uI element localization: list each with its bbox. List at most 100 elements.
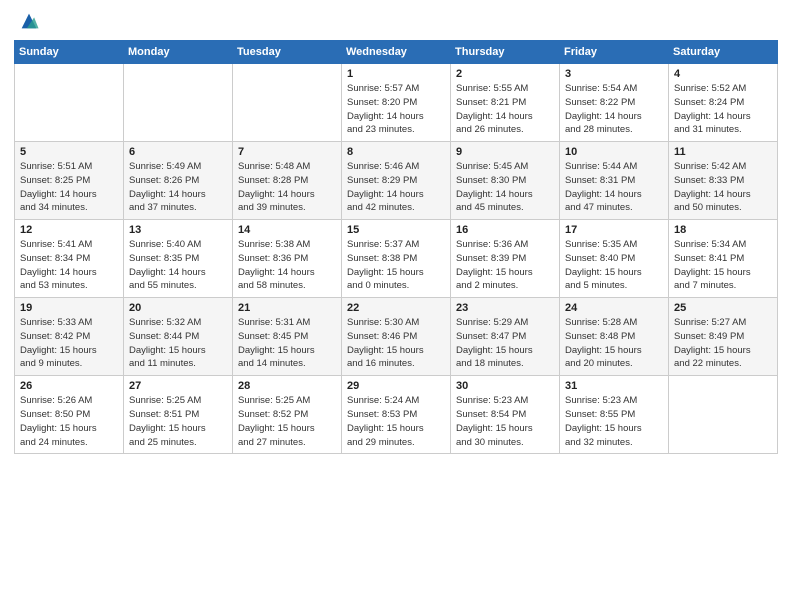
day-number: 22 bbox=[347, 302, 445, 314]
day-cell: 22 Sunrise: 5:30 AM Sunset: 8:46 PM Dayli… bbox=[342, 298, 451, 376]
day-number: 18 bbox=[674, 224, 772, 236]
day-info: Sunrise: 5:31 AM Sunset: 8:45 PM Dayligh… bbox=[238, 316, 336, 371]
day-cell bbox=[15, 64, 124, 142]
week-row-3: 19 Sunrise: 5:33 AM Sunset: 8:42 PM Dayli… bbox=[15, 298, 778, 376]
header-cell-thursday: Thursday bbox=[451, 41, 560, 64]
day-info: Sunrise: 5:52 AM Sunset: 8:24 PM Dayligh… bbox=[674, 82, 772, 137]
day-cell: 28 Sunrise: 5:25 AM Sunset: 8:52 PM Dayli… bbox=[233, 376, 342, 454]
day-cell: 8 Sunrise: 5:46 AM Sunset: 8:29 PM Daylig… bbox=[342, 142, 451, 220]
day-cell: 16 Sunrise: 5:36 AM Sunset: 8:39 PM Dayli… bbox=[451, 220, 560, 298]
day-info: Sunrise: 5:33 AM Sunset: 8:42 PM Dayligh… bbox=[20, 316, 118, 371]
day-number: 8 bbox=[347, 146, 445, 158]
day-cell: 21 Sunrise: 5:31 AM Sunset: 8:45 PM Dayli… bbox=[233, 298, 342, 376]
day-info: Sunrise: 5:27 AM Sunset: 8:49 PM Dayligh… bbox=[674, 316, 772, 371]
header-row: SundayMondayTuesdayWednesdayThursdayFrid… bbox=[15, 41, 778, 64]
day-info: Sunrise: 5:25 AM Sunset: 8:51 PM Dayligh… bbox=[129, 394, 227, 449]
day-info: Sunrise: 5:24 AM Sunset: 8:53 PM Dayligh… bbox=[347, 394, 445, 449]
page: SundayMondayTuesdayWednesdayThursdayFrid… bbox=[0, 0, 792, 612]
day-number: 12 bbox=[20, 224, 118, 236]
day-number: 17 bbox=[565, 224, 663, 236]
day-info: Sunrise: 5:55 AM Sunset: 8:21 PM Dayligh… bbox=[456, 82, 554, 137]
day-number: 25 bbox=[674, 302, 772, 314]
day-info: Sunrise: 5:57 AM Sunset: 8:20 PM Dayligh… bbox=[347, 82, 445, 137]
day-cell: 11Sunrise: 5:42 AM Sunset: 8:33 PM Dayli… bbox=[669, 142, 778, 220]
day-number: 21 bbox=[238, 302, 336, 314]
week-row-0: 1 Sunrise: 5:57 AM Sunset: 8:20 PM Daylig… bbox=[15, 64, 778, 142]
logo bbox=[14, 10, 40, 32]
day-number: 24 bbox=[565, 302, 663, 314]
day-number: 16 bbox=[456, 224, 554, 236]
day-info: Sunrise: 5:23 AM Sunset: 8:54 PM Dayligh… bbox=[456, 394, 554, 449]
day-cell: 2Sunrise: 5:55 AM Sunset: 8:21 PM Daylig… bbox=[451, 64, 560, 142]
day-info: Sunrise: 5:32 AM Sunset: 8:44 PM Dayligh… bbox=[129, 316, 227, 371]
day-cell: 24 Sunrise: 5:28 AM Sunset: 8:48 PM Dayli… bbox=[560, 298, 669, 376]
day-number: 11 bbox=[674, 146, 772, 158]
day-info: Sunrise: 5:26 AM Sunset: 8:50 PM Dayligh… bbox=[20, 394, 118, 449]
day-cell: 23Sunrise: 5:29 AM Sunset: 8:47 PM Dayli… bbox=[451, 298, 560, 376]
day-number: 30 bbox=[456, 380, 554, 392]
day-number: 27 bbox=[129, 380, 227, 392]
day-cell: 6Sunrise: 5:49 AM Sunset: 8:26 PM Daylig… bbox=[124, 142, 233, 220]
header-cell-friday: Friday bbox=[560, 41, 669, 64]
day-cell: 25 Sunrise: 5:27 AM Sunset: 8:49 PM Dayli… bbox=[669, 298, 778, 376]
day-info: Sunrise: 5:44 AM Sunset: 8:31 PM Dayligh… bbox=[565, 160, 663, 215]
day-number: 29 bbox=[347, 380, 445, 392]
day-info: Sunrise: 5:51 AM Sunset: 8:25 PM Dayligh… bbox=[20, 160, 118, 215]
day-info: Sunrise: 5:41 AM Sunset: 8:34 PM Dayligh… bbox=[20, 238, 118, 293]
week-row-2: 12 Sunrise: 5:41 AM Sunset: 8:34 PM Dayli… bbox=[15, 220, 778, 298]
day-number: 23 bbox=[456, 302, 554, 314]
day-info: Sunrise: 5:25 AM Sunset: 8:52 PM Dayligh… bbox=[238, 394, 336, 449]
calendar-body: 1 Sunrise: 5:57 AM Sunset: 8:20 PM Daylig… bbox=[15, 64, 778, 454]
day-info: Sunrise: 5:28 AM Sunset: 8:48 PM Dayligh… bbox=[565, 316, 663, 371]
day-info: Sunrise: 5:23 AM Sunset: 8:55 PM Dayligh… bbox=[565, 394, 663, 449]
day-number: 14 bbox=[238, 224, 336, 236]
day-cell: 29 Sunrise: 5:24 AM Sunset: 8:53 PM Dayli… bbox=[342, 376, 451, 454]
week-row-4: 26 Sunrise: 5:26 AM Sunset: 8:50 PM Dayli… bbox=[15, 376, 778, 454]
day-info: Sunrise: 5:38 AM Sunset: 8:36 PM Dayligh… bbox=[238, 238, 336, 293]
header-cell-wednesday: Wednesday bbox=[342, 41, 451, 64]
day-number: 26 bbox=[20, 380, 118, 392]
day-number: 20 bbox=[129, 302, 227, 314]
day-number: 7 bbox=[238, 146, 336, 158]
day-cell: 26 Sunrise: 5:26 AM Sunset: 8:50 PM Dayli… bbox=[15, 376, 124, 454]
day-cell bbox=[669, 376, 778, 454]
day-number: 19 bbox=[20, 302, 118, 314]
day-info: Sunrise: 5:49 AM Sunset: 8:26 PM Dayligh… bbox=[129, 160, 227, 215]
day-cell: 18 Sunrise: 5:34 AM Sunset: 8:41 PM Dayli… bbox=[669, 220, 778, 298]
header-cell-sunday: Sunday bbox=[15, 41, 124, 64]
day-number: 3 bbox=[565, 68, 663, 80]
day-cell: 20 Sunrise: 5:32 AM Sunset: 8:44 PM Dayli… bbox=[124, 298, 233, 376]
day-info: Sunrise: 5:37 AM Sunset: 8:38 PM Dayligh… bbox=[347, 238, 445, 293]
day-number: 9 bbox=[456, 146, 554, 158]
day-cell: 27 Sunrise: 5:25 AM Sunset: 8:51 PM Dayli… bbox=[124, 376, 233, 454]
day-cell: 7 Sunrise: 5:48 AM Sunset: 8:28 PM Daylig… bbox=[233, 142, 342, 220]
day-info: Sunrise: 5:36 AM Sunset: 8:39 PM Dayligh… bbox=[456, 238, 554, 293]
day-cell: 9Sunrise: 5:45 AM Sunset: 8:30 PM Daylig… bbox=[451, 142, 560, 220]
day-cell: 14 Sunrise: 5:38 AM Sunset: 8:36 PM Dayli… bbox=[233, 220, 342, 298]
day-number: 15 bbox=[347, 224, 445, 236]
day-info: Sunrise: 5:48 AM Sunset: 8:28 PM Dayligh… bbox=[238, 160, 336, 215]
calendar: SundayMondayTuesdayWednesdayThursdayFrid… bbox=[14, 40, 778, 454]
day-cell: 12 Sunrise: 5:41 AM Sunset: 8:34 PM Dayli… bbox=[15, 220, 124, 298]
day-number: 1 bbox=[347, 68, 445, 80]
week-row-1: 5 Sunrise: 5:51 AM Sunset: 8:25 PM Daylig… bbox=[15, 142, 778, 220]
day-info: Sunrise: 5:46 AM Sunset: 8:29 PM Dayligh… bbox=[347, 160, 445, 215]
day-cell: 3 Sunrise: 5:54 AM Sunset: 8:22 PM Daylig… bbox=[560, 64, 669, 142]
day-cell: 31 Sunrise: 5:23 AM Sunset: 8:55 PM Dayli… bbox=[560, 376, 669, 454]
day-info: Sunrise: 5:54 AM Sunset: 8:22 PM Dayligh… bbox=[565, 82, 663, 137]
day-number: 5 bbox=[20, 146, 118, 158]
header-cell-tuesday: Tuesday bbox=[233, 41, 342, 64]
day-cell: 19 Sunrise: 5:33 AM Sunset: 8:42 PM Dayli… bbox=[15, 298, 124, 376]
day-cell: 15 Sunrise: 5:37 AM Sunset: 8:38 PM Dayli… bbox=[342, 220, 451, 298]
day-info: Sunrise: 5:30 AM Sunset: 8:46 PM Dayligh… bbox=[347, 316, 445, 371]
logo-icon bbox=[18, 10, 40, 32]
day-cell: 4Sunrise: 5:52 AM Sunset: 8:24 PM Daylig… bbox=[669, 64, 778, 142]
day-cell: 1 Sunrise: 5:57 AM Sunset: 8:20 PM Daylig… bbox=[342, 64, 451, 142]
day-info: Sunrise: 5:34 AM Sunset: 8:41 PM Dayligh… bbox=[674, 238, 772, 293]
day-info: Sunrise: 5:40 AM Sunset: 8:35 PM Dayligh… bbox=[129, 238, 227, 293]
header bbox=[14, 10, 778, 32]
day-number: 31 bbox=[565, 380, 663, 392]
header-cell-monday: Monday bbox=[124, 41, 233, 64]
header-cell-saturday: Saturday bbox=[669, 41, 778, 64]
day-number: 28 bbox=[238, 380, 336, 392]
